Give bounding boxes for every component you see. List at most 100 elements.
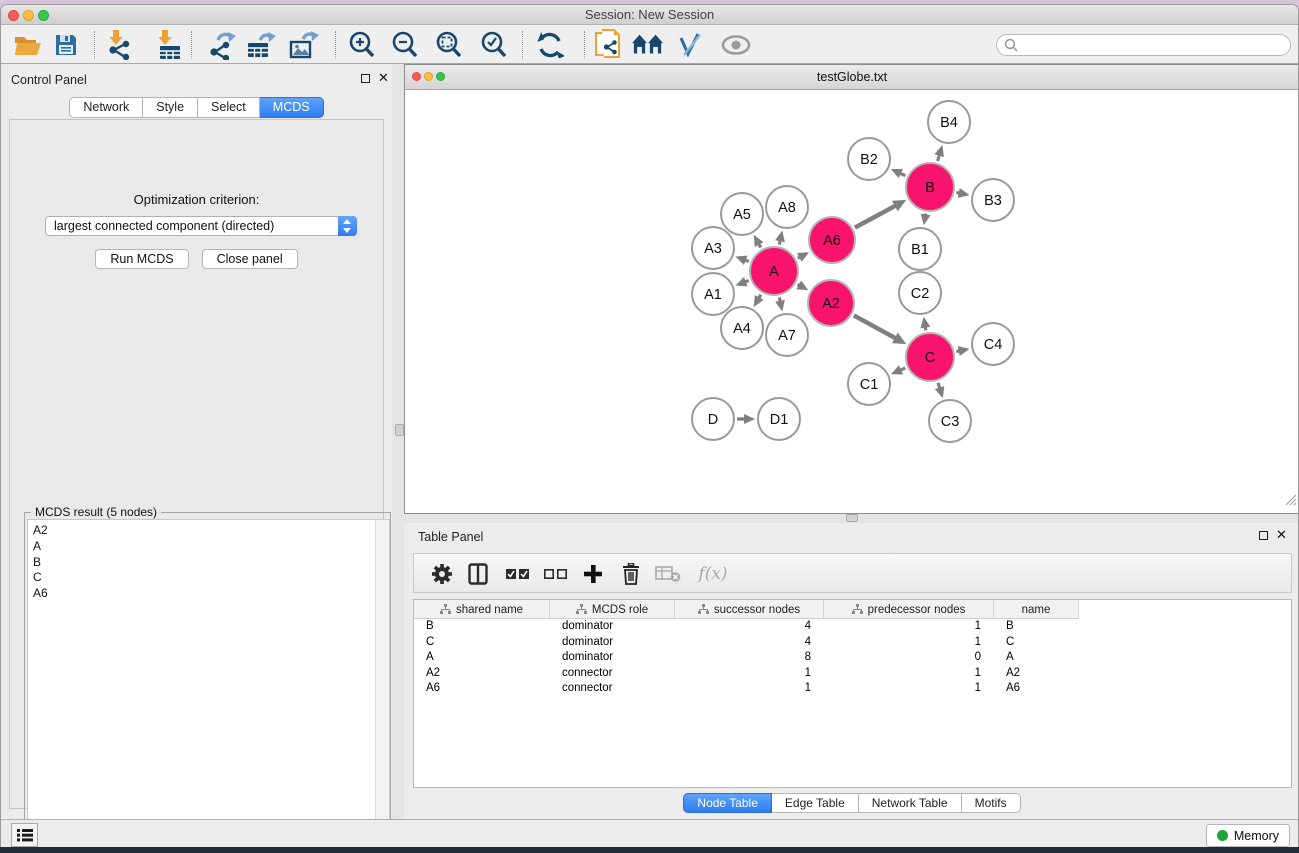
column-header-name[interactable]: name: [994, 600, 1079, 619]
float-panel-icon[interactable]: [361, 74, 370, 83]
table-row[interactable]: Cdominator41C: [414, 635, 1291, 651]
mcds-result-list[interactable]: A2ABCA6: [27, 519, 390, 848]
result-list-item[interactable]: A: [28, 539, 389, 555]
node-table[interactable]: shared nameMCDS rolesuccessor nodesprede…: [413, 599, 1292, 788]
table-cell[interactable]: 1: [675, 666, 824, 682]
task-history-button[interactable]: [11, 823, 38, 847]
import-table-icon[interactable]: [152, 29, 184, 61]
refresh-icon[interactable]: [534, 29, 566, 61]
table-cell[interactable]: B: [994, 619, 1079, 635]
table-cell[interactable]: C: [414, 635, 550, 651]
select-all-icon[interactable]: [502, 558, 534, 590]
toggle-details-icon[interactable]: [675, 29, 707, 61]
table-cell[interactable]: 8: [675, 650, 824, 666]
import-network-icon[interactable]: [103, 29, 135, 61]
table-cell[interactable]: A6: [994, 681, 1079, 697]
zoom-in-icon[interactable]: [346, 29, 378, 61]
home-icon[interactable]: [632, 29, 664, 61]
table-cell[interactable]: C: [994, 635, 1079, 651]
close-panel-icon[interactable]: ✕: [378, 73, 389, 83]
result-list-item[interactable]: B: [28, 555, 389, 571]
zoom-out-icon[interactable]: [389, 29, 421, 61]
save-icon[interactable]: [50, 29, 82, 61]
column-header-MCDS-role[interactable]: MCDS role: [550, 600, 675, 619]
tab-node-table[interactable]: Node Table: [683, 793, 772, 813]
graph-edge[interactable]: [938, 155, 940, 161]
table-cell[interactable]: dominator: [550, 650, 675, 666]
table-cell[interactable]: 4: [675, 619, 824, 635]
unselect-all-icon[interactable]: [540, 558, 572, 590]
close-table-panel-icon[interactable]: ✕: [1276, 530, 1287, 540]
open-folder-icon[interactable]: [12, 29, 44, 61]
tab-edge-table[interactable]: Edge Table: [772, 793, 859, 813]
horizontal-splitter-handle[interactable]: [846, 514, 858, 522]
tab-network-table[interactable]: Network Table: [859, 793, 962, 813]
memory-button[interactable]: Memory: [1206, 824, 1290, 847]
delete-table-icon[interactable]: [652, 558, 684, 590]
gear-icon[interactable]: [426, 558, 458, 590]
columns-icon[interactable]: [462, 558, 494, 590]
export-network-icon[interactable]: [207, 29, 239, 61]
column-type-icon: [698, 604, 709, 615]
criterion-dropdown[interactable]: largest connected component (directed): [45, 216, 357, 236]
export-table-icon[interactable]: [245, 29, 277, 61]
table-cell[interactable]: A: [994, 650, 1079, 666]
resize-grip-icon[interactable]: [1284, 493, 1297, 511]
eye-icon[interactable]: [720, 29, 752, 61]
float-table-panel-icon[interactable]: [1259, 531, 1268, 540]
table-cell[interactable]: dominator: [550, 619, 675, 635]
table-row[interactable]: Adominator80A: [414, 650, 1291, 666]
table-row[interactable]: A6connector11A6: [414, 681, 1291, 697]
graph-node-label: A8: [778, 200, 796, 216]
tab-mcds[interactable]: MCDS: [260, 97, 324, 118]
search-input[interactable]: [1019, 38, 1269, 52]
table-cell[interactable]: 1: [824, 619, 994, 635]
graph-edge[interactable]: [855, 206, 896, 228]
graph-node-label: B3: [984, 193, 1002, 209]
table-cell[interactable]: 4: [675, 635, 824, 651]
table-cell[interactable]: 0: [824, 650, 994, 666]
run-mcds-button[interactable]: Run MCDS: [95, 249, 188, 269]
zoom-selected-icon[interactable]: [478, 29, 510, 61]
tab-motifs[interactable]: Motifs: [962, 793, 1021, 813]
tab-style[interactable]: Style: [143, 97, 198, 118]
result-list-item[interactable]: C: [28, 570, 389, 586]
table-row[interactable]: A2connector11A2: [414, 666, 1291, 682]
table-cell[interactable]: A6: [414, 681, 550, 697]
table-cell[interactable]: A: [414, 650, 550, 666]
delete-row-icon[interactable]: [615, 558, 647, 590]
add-row-icon[interactable]: [577, 558, 609, 590]
graph-edge[interactable]: [854, 315, 896, 338]
table-cell[interactable]: 1: [675, 681, 824, 697]
graph-node-label: A5: [733, 207, 751, 223]
table-cell[interactable]: 1: [824, 635, 994, 651]
column-header-successor-nodes[interactable]: successor nodes: [675, 600, 824, 619]
tab-network[interactable]: Network: [69, 97, 143, 118]
column-header-predecessor-nodes[interactable]: predecessor nodes: [824, 600, 994, 619]
table-cell[interactable]: dominator: [550, 635, 675, 651]
table-cell[interactable]: 1: [824, 666, 994, 682]
vertical-splitter-handle[interactable]: [395, 424, 404, 436]
column-header-shared-name[interactable]: shared name: [414, 600, 550, 619]
close-panel-button[interactable]: Close panel: [202, 249, 298, 269]
function-icon[interactable]: f(x): [692, 558, 734, 590]
search-field[interactable]: [996, 34, 1291, 56]
result-scrollbar[interactable]: [375, 520, 389, 848]
table-cell[interactable]: B: [414, 619, 550, 635]
table-cell[interactable]: A2: [414, 666, 550, 682]
network-canvas[interactable]: AA1A2A3A4A5A6A7A8BB1B2B3B4CC1C2C3C4DD1: [406, 90, 1298, 512]
result-list-item[interactable]: A6: [28, 586, 389, 602]
export-image-icon[interactable]: [288, 29, 320, 61]
table-row[interactable]: Bdominator41B: [414, 619, 1291, 635]
table-cell[interactable]: A2: [994, 666, 1079, 682]
network-document-icon[interactable]: [592, 29, 624, 61]
result-list-item[interactable]: A2: [28, 523, 389, 539]
zoom-fit-icon[interactable]: [433, 29, 465, 61]
table-cell[interactable]: 1: [824, 681, 994, 697]
network-window-title: testGlobe.txt: [405, 70, 1299, 84]
table-cell[interactable]: connector: [550, 681, 675, 697]
criterion-value: largest connected component (directed): [46, 219, 338, 233]
application-window: Session: New Session: [0, 4, 1299, 848]
table-cell[interactable]: connector: [550, 666, 675, 682]
tab-select[interactable]: Select: [198, 97, 260, 118]
